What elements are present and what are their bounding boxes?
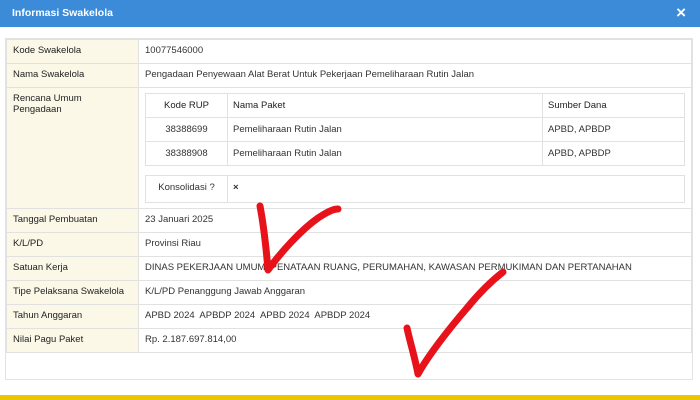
konsolidasi-cross-icon: × [227, 175, 685, 203]
rup-header-kode: Kode RUP [145, 93, 228, 118]
rup-cell-sumber: APBD, APBDP [542, 141, 685, 166]
info-table: Kode Swakelola 10077546000 Nama Swakelol… [6, 39, 692, 353]
value-tahun: APBD 2024 APBDP 2024 APBD 2024 APBDP 202… [138, 304, 692, 329]
value-kode: 10077546000 [138, 39, 692, 64]
konsolidasi-row: Konsolidasi ? × [145, 175, 685, 203]
label-pagu: Nilai Pagu Paket [6, 328, 139, 353]
label-kode: Kode Swakelola [6, 39, 139, 64]
label-tanggal: Tanggal Pembuatan [6, 208, 139, 233]
row-nama: Nama Swakelola Pengadaan Penyewaan Alat … [6, 63, 692, 88]
value-tanggal: 23 Januari 2025 [138, 208, 692, 233]
row-pagu: Nilai Pagu Paket Rp. 2.187.697.814,00 [6, 328, 692, 353]
row-tahun: Tahun Anggaran APBD 2024 APBDP 2024 APBD… [6, 304, 692, 329]
label-tipe: Tipe Pelaksana Swakelola [6, 280, 139, 305]
row-rup: Rencana Umum Pengadaan Kode RUP Nama Pak… [6, 87, 692, 209]
value-satuan: DINAS PEKERJAAN UMUM, PENATAAN RUANG, PE… [138, 256, 692, 281]
rup-row: 38388699 Pemeliharaan Rutin Jalan APBD, … [145, 117, 685, 142]
konsolidasi-table: Konsolidasi ? × [145, 175, 685, 203]
value-pagu: Rp. 2.187.697.814,00 [138, 328, 692, 353]
value-klpd: Provinsi Riau [138, 232, 692, 257]
row-klpd: K/L/PD Provinsi Riau [6, 232, 692, 257]
rup-header-sumber: Sumber Dana [542, 93, 685, 118]
rup-cell-nama: Pemeliharaan Rutin Jalan [227, 141, 543, 166]
dialog-title: Informasi Swakelola [12, 7, 113, 19]
rup-cell-kode: 38388699 [145, 117, 228, 142]
info-panel: Kode Swakelola 10077546000 Nama Swakelol… [5, 38, 693, 380]
rup-cell-sumber: APBD, APBDP [542, 117, 685, 142]
label-rup: Rencana Umum Pengadaan [6, 87, 139, 209]
rup-cell-nama: Pemeliharaan Rutin Jalan [227, 117, 543, 142]
konsolidasi-label: Konsolidasi ? [145, 175, 228, 203]
label-tahun: Tahun Anggaran [6, 304, 139, 329]
row-tipe: Tipe Pelaksana Swakelola K/L/PD Penanggu… [6, 280, 692, 305]
rup-row: 38388908 Pemeliharaan Rutin Jalan APBD, … [145, 141, 685, 166]
rup-table: Kode RUP Nama Paket Sumber Dana 38388699… [145, 93, 685, 166]
close-icon[interactable]: × [676, 3, 686, 23]
value-tipe: K/L/PD Penanggung Jawab Anggaran [138, 280, 692, 305]
row-tanggal: Tanggal Pembuatan 23 Januari 2025 [6, 208, 692, 233]
label-nama: Nama Swakelola [6, 63, 139, 88]
row-kode: Kode Swakelola 10077546000 [6, 39, 692, 64]
row-satuan: Satuan Kerja DINAS PEKERJAAN UMUM, PENAT… [6, 256, 692, 281]
label-klpd: K/L/PD [6, 232, 139, 257]
rup-header-nama: Nama Paket [227, 93, 543, 118]
rup-header-row: Kode RUP Nama Paket Sumber Dana [145, 93, 685, 118]
dialog-header: Informasi Swakelola × [0, 0, 700, 27]
rup-cell-kode: 38388908 [145, 141, 228, 166]
bottom-accent-bar [0, 395, 700, 400]
label-satuan: Satuan Kerja [6, 256, 139, 281]
rup-container: Kode RUP Nama Paket Sumber Dana 38388699… [138, 87, 692, 209]
value-nama: Pengadaan Penyewaan Alat Berat Untuk Pek… [138, 63, 692, 88]
